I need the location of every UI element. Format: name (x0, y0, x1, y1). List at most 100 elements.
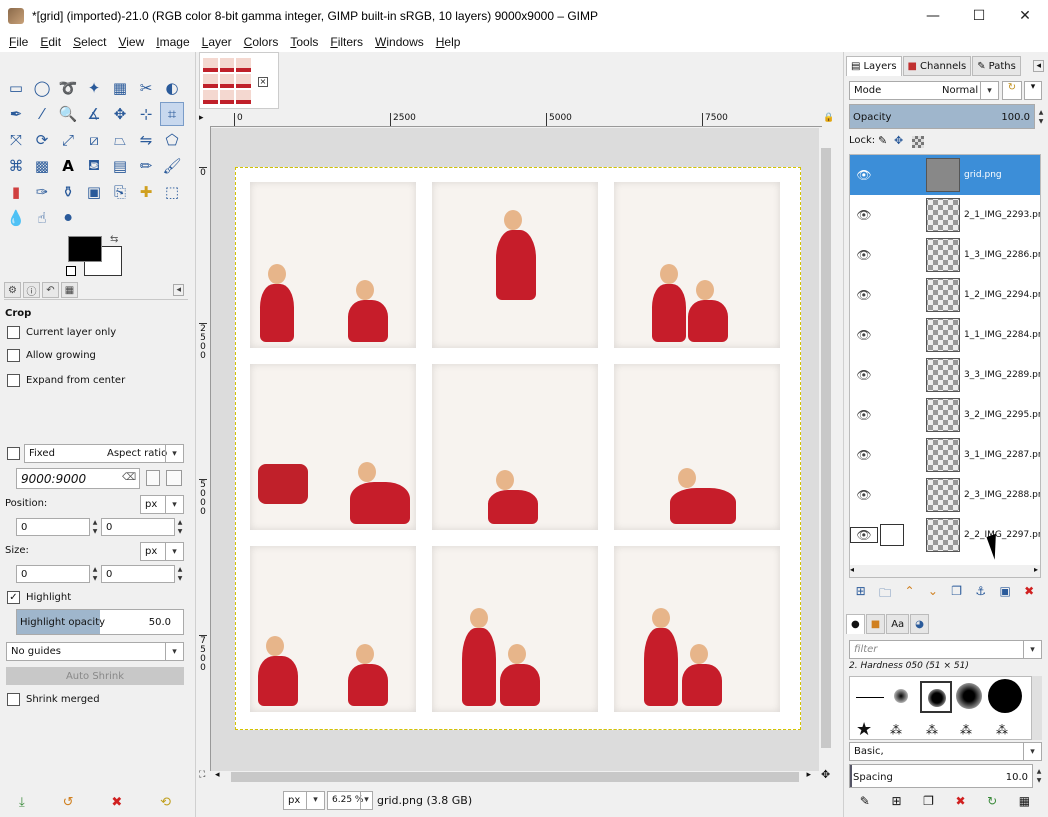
current-layer-only-checkbox[interactable] (7, 326, 20, 339)
new-brush-icon[interactable]: ⊞ (891, 794, 901, 812)
brush-selected[interactable] (920, 681, 952, 713)
warp-transform-icon[interactable]: ⌘ (4, 154, 28, 178)
color-picker-icon[interactable]: ⁄ (30, 102, 54, 126)
size-h-spinner[interactable]: ▲ ▼ (176, 565, 184, 583)
layer-row[interactable]: 👁 1_1_IMG_2284.png (850, 315, 1040, 355)
paintbrush-icon[interactable]: 🖌 (160, 154, 184, 178)
brush-texture-1[interactable]: ⁂ (890, 723, 902, 737)
vertical-scrollbar[interactable] (819, 128, 833, 771)
allow-growing-checkbox[interactable] (7, 349, 20, 362)
eye-icon[interactable]: 👁 (850, 208, 878, 222)
eye-icon[interactable]: 👁 (850, 527, 878, 543)
perspective-icon[interactable]: ⏢ (108, 128, 132, 152)
swap-colors-icon[interactable]: ⇆ (110, 234, 118, 245)
menu-select[interactable]: Select (67, 35, 112, 49)
restore-options-icon[interactable]: ↺ (63, 795, 74, 810)
move-icon[interactable]: ✥ (108, 102, 132, 126)
anchor-layer-icon[interactable]: ⚓ (975, 584, 986, 604)
ink-icon[interactable]: ⚱ (56, 180, 80, 204)
crop-icon[interactable]: ⌗ (160, 102, 184, 126)
reset-options-icon[interactable]: ⟲ (160, 795, 171, 810)
lock-position-icon[interactable]: ✥ (894, 134, 903, 147)
image-tab[interactable]: × (199, 52, 279, 109)
duplicate-brush-icon[interactable]: ❐ (923, 794, 934, 812)
color-selector[interactable]: ⇆ (66, 234, 126, 280)
menu-filters[interactable]: Filters (324, 35, 369, 49)
heal-icon[interactable]: ✚ (134, 180, 158, 204)
fuzzy-select-icon[interactable]: ✦ (82, 76, 106, 100)
highlight-row[interactable]: ✓ Highlight (7, 591, 71, 604)
horizontal-scrollbar[interactable]: ◂ ▸ (211, 770, 819, 784)
delete-layer-icon[interactable]: ✖ (1024, 584, 1034, 604)
spacing-spinner[interactable]: ▲ ▼ (1035, 767, 1043, 785)
color-select-icon[interactable]: ▦ (108, 76, 132, 100)
clear-icon[interactable]: ⌫ (122, 472, 136, 483)
flip-icon[interactable]: ⇋ (134, 128, 158, 152)
delete-options-icon[interactable]: ✖ (111, 795, 122, 810)
default-colors-icon[interactable] (66, 266, 76, 276)
menu-file[interactable]: File (3, 35, 34, 49)
position-y-spinner[interactable]: ▲ ▼ (176, 518, 184, 536)
tab-patterns-icon[interactable]: ■ (865, 614, 886, 634)
current-layer-only-row[interactable]: Current layer only (7, 326, 116, 339)
free-select-icon[interactable]: ➰ (56, 76, 80, 100)
size-unit-select[interactable]: px ▾ (140, 542, 184, 561)
brush-fuzzy[interactable] (894, 689, 908, 703)
edit-brush-icon[interactable]: ✎ (860, 794, 870, 812)
eye-icon[interactable]: 👁 (850, 448, 878, 462)
tab-layers[interactable]: ▤ Layers (846, 56, 902, 76)
size-h-input[interactable]: 0 (101, 565, 175, 583)
rect-select-icon[interactable]: ▭ (4, 76, 28, 100)
menu-edit[interactable]: Edit (34, 35, 67, 49)
chevron-down-icon[interactable]: ▾ (1024, 81, 1042, 100)
gradient-icon[interactable]: ▤ (108, 154, 132, 178)
layer-list[interactable]: 👁 grid.png 👁 2_1_IMG_2293.png 👁 1_3_IMG_… (849, 154, 1041, 578)
delete-brush-icon[interactable]: ✖ (955, 794, 965, 812)
text-icon[interactable]: A (56, 154, 80, 178)
highlight-opacity-slider[interactable]: Highlight opacity 50.0 (16, 609, 184, 635)
eye-icon[interactable]: 👁 (850, 488, 878, 502)
brush-star[interactable]: ★ (856, 719, 872, 740)
perspective-clone-icon[interactable]: ⬚ (160, 180, 184, 204)
ellipse-select-icon[interactable]: ◯ (30, 76, 54, 100)
scroll-left-arrow[interactable]: ◂ (215, 770, 220, 780)
opacity-spinner[interactable]: ▲ ▼ (1037, 108, 1045, 126)
layer-opacity-slider[interactable]: Opacity 100.0 (849, 104, 1035, 129)
menu-help[interactable]: Help (430, 35, 467, 49)
open-brush-as-image-icon[interactable]: ▦ (1019, 794, 1030, 812)
fixed-checkbox[interactable] (7, 447, 20, 460)
menu-windows[interactable]: Windows (369, 35, 430, 49)
tab-gradients-icon[interactable]: ◕ (910, 614, 929, 634)
composite-mode-icon[interactable]: ↻ (1002, 81, 1022, 100)
scale-icon[interactable]: ⤢ (56, 128, 80, 152)
handle-transform-icon[interactable]: ▩ (30, 154, 54, 178)
expand-from-center-row[interactable]: Expand from center (7, 374, 125, 387)
layer-row[interactable]: 👁 3_1_IMG_2287.png (850, 435, 1040, 475)
minimize-button[interactable]: — (910, 0, 956, 31)
new-layer-group-icon[interactable]: 🗀 (879, 584, 891, 604)
airbrush-icon[interactable]: ✑ (30, 180, 54, 204)
zoom-select[interactable]: 6.25 % ▾ (327, 790, 373, 810)
menu-layer[interactable]: Layer (196, 35, 238, 49)
brush-texture-4[interactable]: ⁂ (996, 723, 1008, 737)
align-icon[interactable]: ⊹ (134, 102, 158, 126)
tab-brushes-icon[interactable]: ● (846, 614, 865, 634)
position-x-spinner[interactable]: ▲ ▼ (91, 518, 99, 536)
tab-menu-icon[interactable]: ◂ (173, 284, 184, 296)
size-w-input[interactable]: 0 (16, 565, 90, 583)
expand-from-center-checkbox[interactable] (7, 374, 20, 387)
maximize-button[interactable]: ☐ (956, 0, 1002, 31)
quick-mask-corner-icon[interactable]: ▸ (199, 113, 210, 127)
brush-line[interactable] (856, 697, 884, 698)
auto-shrink-button[interactable]: Auto Shrink (6, 667, 184, 685)
clone-icon[interactable]: ⎘ (108, 180, 132, 204)
eraser-icon[interactable]: ▮ (4, 180, 28, 204)
position-y-input[interactable]: 0 (101, 518, 175, 536)
eye-icon[interactable]: 👁 (850, 288, 878, 302)
menu-colors[interactable]: Colors (238, 35, 285, 49)
foreground-color[interactable] (68, 236, 102, 262)
scroll-right-arrow[interactable]: ▸ (806, 770, 811, 780)
position-x-input[interactable]: 0 (16, 518, 90, 536)
layer-row[interactable]: 👁 2_1_IMG_2293.png (850, 195, 1040, 235)
layer-row[interactable]: 👁 grid.png (850, 155, 1040, 195)
